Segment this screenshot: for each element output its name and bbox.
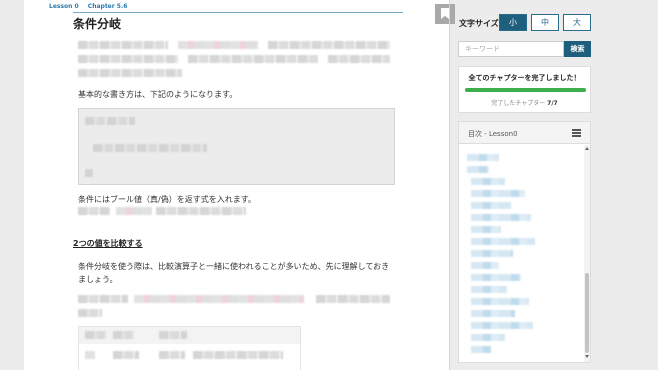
progress-count-value: 7/7 [547, 100, 558, 107]
toc-item[interactable] [471, 310, 515, 317]
blurred-text [78, 309, 102, 317]
toc-item[interactable] [471, 298, 529, 305]
font-size-medium-button[interactable]: 中 [531, 14, 559, 31]
search-button[interactable]: 検索 [564, 41, 591, 57]
progress-count-label: 完了したチャプター [491, 100, 546, 107]
blurred-text [134, 295, 304, 303]
search-input[interactable]: キーワード [458, 41, 564, 57]
scroll-down-icon[interactable] [585, 355, 589, 358]
toc-item[interactable] [467, 166, 489, 173]
toc-item[interactable] [471, 274, 521, 281]
table-header-row [79, 327, 300, 344]
toc-scroll-thumb[interactable] [585, 273, 589, 353]
compare-text-line1: 条件分岐を使う際は、比較演算子と一緒に使われることが多いため、先に理解しておき [78, 262, 390, 271]
scroll-up-icon[interactable] [585, 147, 589, 150]
toc-item[interactable] [471, 250, 513, 257]
blurred-code [85, 117, 135, 125]
blurred-cell [159, 331, 187, 339]
toc-item[interactable] [471, 190, 525, 197]
blurred-text [268, 41, 390, 49]
blurred-text [78, 41, 168, 49]
blurred-text [188, 55, 318, 63]
blurred-text [78, 55, 178, 63]
progress-card: 全てのチャプターを完了しました！ 完了したチャプター 7/7 [458, 66, 591, 113]
blurred-cell [85, 351, 95, 359]
toc-item[interactable] [471, 226, 501, 233]
table-of-contents: 目次 - Lesson0 [458, 121, 591, 363]
progress-count: 完了したチャプター 7/7 [459, 98, 590, 107]
toc-item[interactable] [471, 322, 533, 329]
blurred-cell [113, 331, 133, 339]
toc-item[interactable] [467, 154, 499, 161]
toc-item[interactable] [471, 334, 505, 341]
sidebar-divider [449, 0, 450, 370]
toc-item[interactable] [471, 214, 531, 221]
blurred-cell [159, 351, 185, 359]
blurred-cell [85, 331, 107, 339]
blurred-text [328, 55, 390, 63]
toc-header: 目次 - Lesson0 [459, 122, 590, 144]
blurred-text [116, 207, 152, 215]
page-title: 条件分岐 [73, 17, 122, 31]
blurred-cell [193, 351, 283, 359]
toc-item[interactable] [471, 202, 511, 209]
blurred-text [78, 207, 110, 215]
progress-title: 全てのチャプターを完了しました！ [468, 74, 581, 82]
progress-bar-fill [465, 88, 586, 92]
blurred-text [156, 207, 246, 215]
comparison-table [78, 326, 301, 370]
section-heading: 2つの値を比較する [73, 239, 143, 248]
toc-scrollbar[interactable] [584, 145, 590, 362]
blurred-code [85, 169, 93, 177]
toc-item[interactable] [471, 286, 507, 293]
toc-item[interactable] [471, 262, 499, 269]
toc-item[interactable] [471, 238, 535, 245]
blurred-text [178, 41, 258, 49]
compare-text-line2: ましょう。 [78, 275, 118, 284]
list-icon[interactable] [572, 129, 581, 137]
breadcrumb-divider [73, 12, 403, 13]
condition-note-text: 条件にはブール値（真/偽）を返す式を入れます。 [78, 195, 256, 204]
blurred-text [316, 295, 390, 303]
font-size-large-button[interactable]: 大 [563, 14, 591, 31]
progress-bar [465, 88, 586, 92]
blurred-cell [113, 351, 139, 359]
blurred-text [78, 69, 182, 77]
breadcrumb: Lesson 0 Chapter 5.6 [49, 3, 134, 10]
toc-item[interactable] [471, 178, 505, 185]
blurred-code [93, 144, 207, 152]
blurred-text [78, 295, 128, 303]
breadcrumb-chapter-link[interactable]: Chapter 5.6 [88, 3, 128, 10]
font-size-small-button[interactable]: 小 [499, 14, 527, 31]
breadcrumb-lesson-link[interactable]: Lesson 0 [49, 3, 79, 10]
toc-item[interactable] [471, 346, 491, 353]
bookmark-icon[interactable] [435, 4, 455, 24]
syntax-intro-text: 基本的な書き方は、下記のようになります。 [78, 90, 238, 99]
font-size-label: 文字サイズ [459, 19, 499, 28]
code-block [78, 108, 395, 185]
toc-title: 目次 - Lesson0 [468, 130, 518, 138]
